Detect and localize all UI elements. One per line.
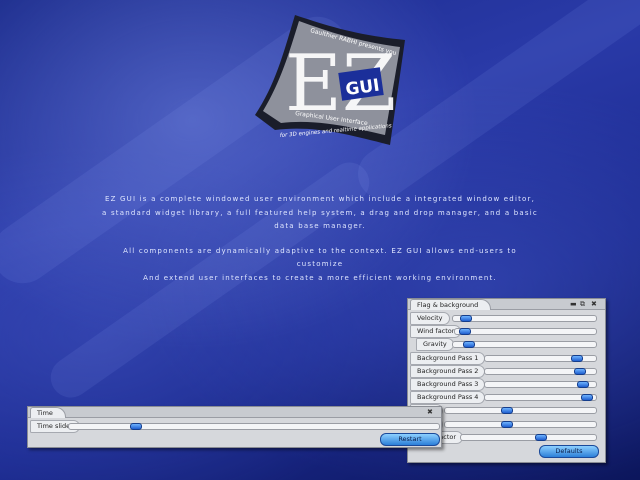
- flag-slider-track[interactable]: [444, 407, 597, 415]
- flag-slider-row: Background Pass 2: [408, 364, 605, 378]
- time-window-titlebar[interactable]: Time ✖: [28, 407, 441, 418]
- flag-slider-row: Background Pass 3: [408, 378, 605, 391]
- flag-slider-thumb[interactable]: [574, 367, 586, 375]
- flag-slider-label: Background Pass 2: [410, 364, 486, 378]
- flag-slider-thumb[interactable]: [501, 407, 513, 415]
- intro-text: EZ GUI is a complete windowed user envir…: [100, 193, 540, 296]
- flag-slider-label: Background Pass 3: [410, 378, 486, 391]
- flag-slider-track[interactable]: [484, 394, 597, 402]
- intro-line: All components are dynamically adaptive …: [123, 246, 517, 269]
- flag-slider-track[interactable]: [452, 341, 597, 349]
- resize-icon[interactable]: ⧉: [580, 299, 585, 309]
- minimize-icon[interactable]: ▬: [570, 299, 577, 309]
- flag-slider-row: Background Pass 4: [408, 391, 605, 405]
- time-window[interactable]: Time ✖ Time slider Restart: [27, 406, 442, 448]
- flag-slider-label: Background Pass 1: [410, 351, 486, 365]
- flag-slider-thumb[interactable]: [459, 328, 471, 336]
- flag-slider-thumb[interactable]: [581, 394, 593, 402]
- flag-slider-thumb[interactable]: [577, 381, 589, 388]
- flag-slider-thumb[interactable]: [463, 341, 475, 349]
- flag-slider-track[interactable]: [452, 315, 597, 322]
- intro-line: a standard widget library, a full featur…: [102, 208, 538, 217]
- flag-slider-row: Background Pass 1: [408, 351, 605, 365]
- flag-slider-thumb[interactable]: [460, 315, 472, 322]
- flag-window-titlebar[interactable]: Flag & background ▬ ⧉ ✖: [408, 299, 605, 310]
- time-slider-track[interactable]: [68, 423, 440, 430]
- time-slider-thumb[interactable]: [130, 423, 142, 430]
- flag-slider-track[interactable]: [484, 367, 597, 375]
- restart-button[interactable]: Restart: [380, 433, 440, 446]
- defaults-button[interactable]: Defaults: [539, 445, 599, 458]
- flag-slider-thumb[interactable]: [535, 433, 547, 441]
- time-slider-row: Time slider: [28, 420, 441, 433]
- time-window-title: Time: [30, 407, 66, 418]
- flag-window-title: Flag & background: [410, 299, 492, 310]
- flag-slider-row: Wind factor: [408, 325, 605, 339]
- flag-slider-label: Velocity: [410, 312, 450, 325]
- intro-line: And extend user interfaces to create a m…: [143, 273, 497, 282]
- flag-slider-label: Gravity: [416, 338, 454, 352]
- flag-slider-track[interactable]: [484, 354, 597, 362]
- flag-slider-thumb[interactable]: [571, 354, 583, 362]
- close-icon[interactable]: ✖: [427, 407, 433, 417]
- flag-slider-track[interactable]: [454, 328, 597, 336]
- close-icon[interactable]: ✖: [591, 299, 597, 309]
- flag-slider-track[interactable]: [460, 433, 597, 441]
- ez-gui-logo: EZ GUI Gaulthier RABHI presents you Grap…: [255, 15, 405, 145]
- flag-slider-row: Gravity: [408, 338, 605, 352]
- flag-slider-thumb[interactable]: [501, 420, 513, 428]
- flag-slider-track[interactable]: [444, 420, 597, 428]
- intro-line: EZ GUI is a complete windowed user envir…: [104, 195, 536, 203]
- flag-slider-label: Background Pass 4: [410, 391, 486, 405]
- flag-slider-track[interactable]: [484, 381, 597, 388]
- intro-line: data base manager.: [274, 222, 366, 230]
- flag-slider-row: Velocity: [408, 312, 605, 325]
